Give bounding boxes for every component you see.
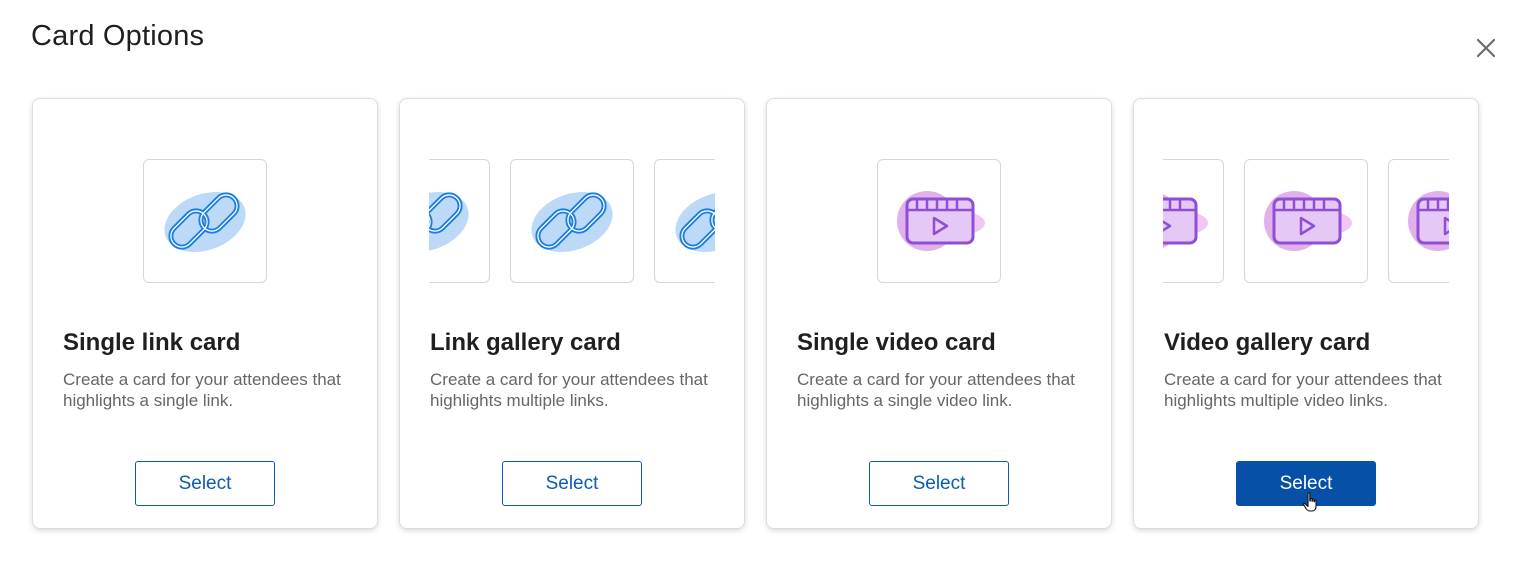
link-icon xyxy=(675,192,715,252)
preview-thumbnail xyxy=(143,159,267,283)
video-icon xyxy=(1408,191,1449,251)
card-description: Create a card for your attendees that hi… xyxy=(63,370,341,410)
select-button[interactable]: Select xyxy=(1236,461,1376,506)
card-link-gallery: Link gallery card Create a card for your… xyxy=(399,98,745,529)
select-button[interactable]: Select xyxy=(502,461,642,506)
link-icon xyxy=(164,192,246,252)
card-title: Single video card xyxy=(797,329,996,356)
preview-thumbnail xyxy=(877,159,1001,283)
video-icon xyxy=(897,191,985,251)
card-title: Video gallery card xyxy=(1164,329,1371,356)
card-single-link: Single link card Create a card for your … xyxy=(32,98,378,529)
card-description: Create a card for your attendees that hi… xyxy=(430,370,708,410)
preview-thumbnail xyxy=(429,159,490,283)
close-icon xyxy=(1476,38,1496,58)
preview-thumbnail xyxy=(510,159,634,283)
preview-thumbnail xyxy=(654,159,715,283)
card-preview xyxy=(1163,159,1449,285)
card-video-gallery: Video gallery card Create a card for you… xyxy=(1133,98,1479,529)
link-icon xyxy=(429,192,469,252)
card-description: Create a card for your attendees that hi… xyxy=(797,370,1075,410)
card-preview xyxy=(33,159,377,285)
card-description: Create a card for your attendees that hi… xyxy=(1164,370,1442,410)
card-title: Single link card xyxy=(63,329,241,356)
card-options-list: Single link card Create a card for your … xyxy=(32,98,1479,529)
preview-thumbnail xyxy=(1244,159,1368,283)
link-icon xyxy=(531,192,613,252)
card-single-video: Single video card Create a card for your… xyxy=(766,98,1112,529)
card-preview xyxy=(767,159,1111,285)
select-button[interactable]: Select xyxy=(135,461,275,506)
preview-thumbnail xyxy=(1388,159,1449,283)
video-icon xyxy=(1264,191,1352,251)
video-icon xyxy=(1163,193,1208,249)
dialog-title: Card Options xyxy=(31,20,205,52)
preview-strip xyxy=(429,159,715,283)
select-button[interactable]: Select xyxy=(869,461,1009,506)
preview-thumbnail xyxy=(1163,159,1224,283)
preview-strip xyxy=(1163,159,1449,283)
close-button[interactable] xyxy=(1472,34,1500,62)
card-title: Link gallery card xyxy=(430,329,621,356)
card-preview xyxy=(429,159,715,285)
